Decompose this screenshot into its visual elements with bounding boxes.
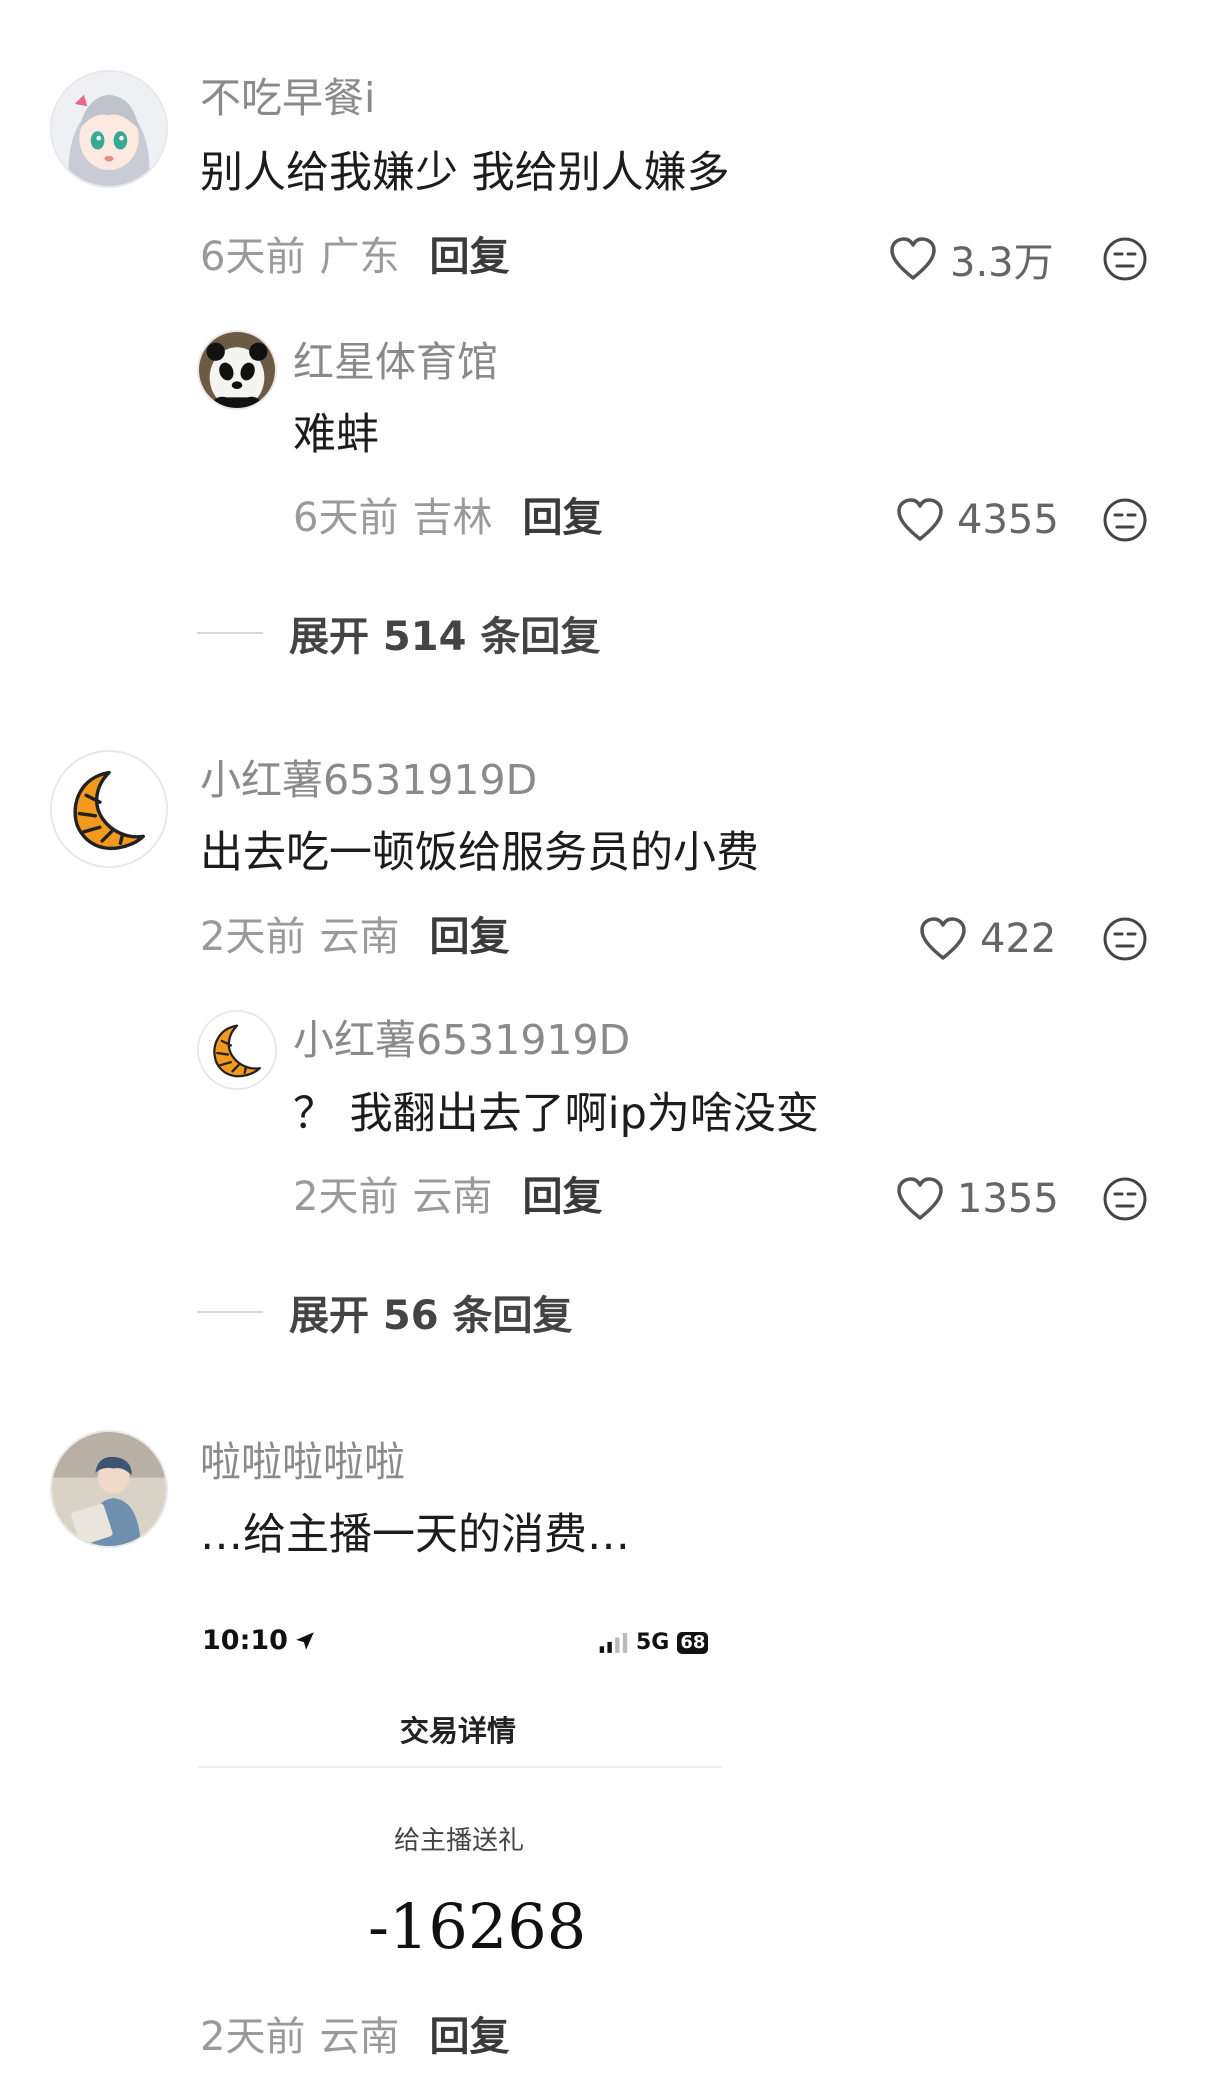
reply-username[interactable]: 小红薯6531919D [293, 1020, 630, 1061]
comment-text: 别人给我嫌少 我给别人嫌多 [200, 148, 730, 198]
like-count: 1355 [957, 1176, 1059, 1222]
reply-avatar[interactable] [197, 330, 277, 410]
divider-line [197, 632, 263, 634]
reply-meta: 6天前 吉林 回复 [293, 498, 602, 538]
neutral-face-icon[interactable] [1102, 916, 1148, 962]
avatar[interactable] [50, 1430, 168, 1548]
reply-button[interactable]: 回复 [522, 1174, 602, 1220]
comment-time: 2天前 [200, 914, 306, 960]
comment-meta: 2天前 云南 回复 [200, 917, 509, 957]
like-count: 422 [980, 916, 1057, 962]
expand-replies-label: 展开 56 条回复 [289, 1293, 573, 1339]
comment-time: 6天前 [200, 234, 306, 280]
reply-button[interactable]: 回复 [429, 2014, 509, 2060]
heart-outline-icon [890, 237, 936, 280]
comment-region: 广东 [319, 234, 400, 280]
reply-button[interactable]: 回复 [429, 914, 509, 960]
neutral-face-icon[interactable] [1102, 497, 1148, 543]
reply-text: 难蚌 [293, 410, 379, 460]
reply-time: 2天前 [293, 1174, 399, 1220]
heart-outline-icon [920, 917, 966, 960]
like-button[interactable]: 422 [918, 912, 1056, 966]
comment-time: 2天前 [200, 2014, 306, 2060]
girl-photo-avatar-icon [52, 1432, 166, 1546]
heart-outline-icon [897, 498, 943, 541]
reply-text: ？ 我翻出去了啊ip为啥没变 [293, 1089, 819, 1139]
panda-avatar-icon [199, 332, 275, 408]
battery-icon: 68 [677, 1631, 709, 1654]
comment-region: 云南 [319, 2014, 400, 2060]
croissant-avatar-icon [199, 1012, 275, 1088]
comment-meta: 2天前 云南 回复 [200, 2017, 509, 2057]
comment-region: 云南 [319, 914, 400, 960]
reply-username[interactable]: 红星体育馆 [293, 342, 498, 383]
like-button[interactable]: 1355 [895, 1172, 1059, 1226]
comment-text: …给主播一天的消费… [200, 1510, 630, 1560]
like-count: 3.3万 [950, 240, 1054, 286]
comment-username[interactable]: 啦啦啦啦啦 [200, 1442, 405, 1483]
screenshot-subtitle: 给主播送礼 [394, 1826, 525, 1856]
comment-username[interactable]: 小红薯6531919D [200, 760, 537, 801]
heart-outline-icon [897, 1177, 943, 1220]
comment-text: 出去吃一顿饭给服务员的小费 [200, 828, 759, 878]
like-button[interactable]: 4355 [895, 493, 1059, 547]
neutral-face-icon[interactable] [1102, 236, 1148, 282]
croissant-avatar-icon [52, 752, 166, 866]
expand-replies-label: 展开 514 条回复 [289, 614, 601, 660]
like-button[interactable]: 3.3万 [888, 232, 1054, 286]
divider-line [197, 1311, 263, 1313]
screenshot-title: 交易详情 [400, 1714, 517, 1748]
avatar[interactable] [50, 750, 168, 868]
anime-girl-avatar-icon [52, 72, 166, 186]
reply-button[interactable]: 回复 [429, 234, 509, 280]
neutral-face-icon[interactable] [1102, 1176, 1148, 1222]
avatar[interactable] [50, 70, 168, 188]
comment-meta: 6天前 广东 回复 [200, 237, 509, 277]
status-indicators: 5G 68 [598, 1630, 709, 1655]
reply-button[interactable]: 回复 [522, 495, 602, 541]
screenshot-amount: -16268 [368, 1890, 587, 1963]
location-arrow-icon [296, 1631, 314, 1650]
reply-region: 云南 [412, 1174, 493, 1220]
comment-username[interactable]: 不吃早餐i [200, 78, 375, 119]
reply-time: 6天前 [293, 495, 399, 541]
like-count: 4355 [957, 497, 1059, 543]
reply-meta: 2天前 云南 回复 [293, 1177, 602, 1217]
expand-replies-button[interactable]: 展开 56 条回复 [197, 1283, 573, 1341]
screenshot-divider [198, 1766, 722, 1768]
attached-screenshot[interactable]: 10:10 5G 68 交易详情 给主播送礼 -16268 [198, 1600, 722, 1980]
reply-avatar[interactable] [197, 1010, 277, 1090]
network-label: 5G [636, 1630, 670, 1655]
status-time: 10:10 [202, 1625, 288, 1656]
reply-region: 吉林 [412, 495, 493, 541]
signal-bars-icon [599, 1632, 628, 1653]
status-bar: 10:10 [202, 1625, 316, 1656]
expand-replies-button[interactable]: 展开 514 条回复 [197, 604, 600, 662]
